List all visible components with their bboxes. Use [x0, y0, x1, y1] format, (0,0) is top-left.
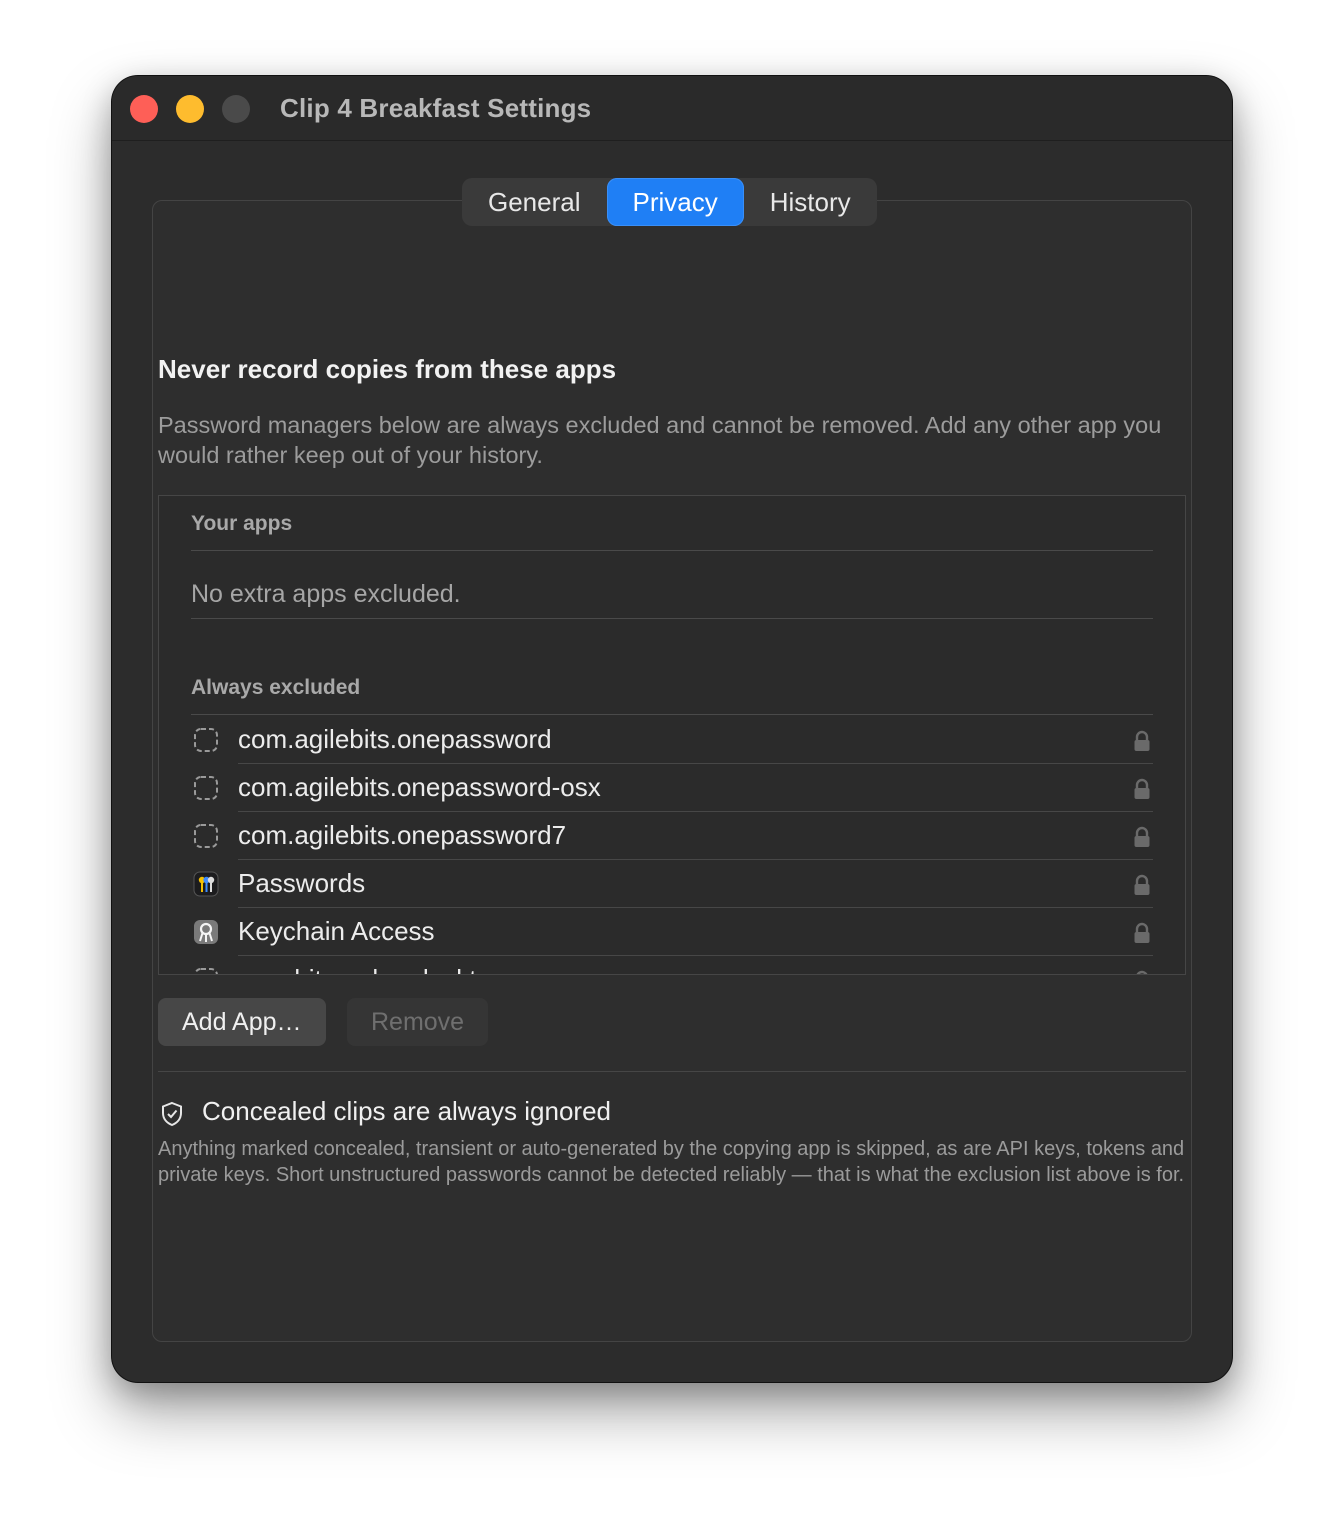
placeholder-app-icon: [194, 824, 218, 848]
list-item-label: Keychain Access: [238, 916, 435, 946]
section-description: Password managers below are always exclu…: [158, 412, 1162, 468]
lock-icon: [1134, 826, 1150, 847]
window-title: Clip 4 Breakfast Settings: [280, 93, 592, 123]
tab-general[interactable]: General: [462, 178, 607, 226]
always-excluded-header: Always excluded: [191, 676, 361, 699]
passwords-app-icon: [193, 871, 219, 897]
row-divider: [191, 618, 1153, 619]
placeholder-app-icon: [194, 776, 218, 800]
lock-icon: [1134, 730, 1150, 751]
list-item[interactable]: com.agilebits.onepassword-osx: [191, 764, 1153, 812]
add-app-button[interactable]: Add App…: [158, 998, 326, 1046]
placeholder-app-icon: [194, 728, 218, 752]
list-item[interactable]: Passwords: [191, 860, 1153, 908]
settings-window: Clip 4 Breakfast Settings General Privac…: [112, 76, 1232, 1382]
tab-bar: General Privacy History: [462, 178, 877, 226]
list-item[interactable]: com.bitwarden.desktop: [191, 956, 1153, 974]
list-item-label: com.agilebits.onepassword-osx: [238, 772, 601, 802]
section-heading: Never record copies from these apps: [158, 354, 617, 384]
header-divider: [191, 550, 1153, 551]
tab-privacy[interactable]: Privacy: [606, 178, 744, 226]
lock-icon: [1134, 922, 1150, 943]
your-apps-header: Your apps: [191, 512, 293, 535]
list-item[interactable]: com.agilebits.onepassword: [191, 716, 1153, 764]
list-item-label: com.agilebits.onepassword: [238, 724, 552, 754]
title-bar[interactable]: Clip 4 Breakfast Settings: [112, 76, 1232, 141]
remove-button[interactable]: Remove: [347, 998, 489, 1046]
tab-history[interactable]: History: [744, 178, 877, 226]
lock-icon: [1134, 874, 1150, 895]
close-button[interactable]: [130, 95, 158, 123]
empty-list-text: No extra apps excluded.: [191, 580, 461, 608]
lock-icon: [1136, 970, 1148, 974]
list-item-label: com.agilebits.onepassword7: [238, 820, 567, 850]
list-item[interactable]: Keychain Access: [191, 908, 1153, 956]
concealed-clips-title: Concealed clips are always ignored: [202, 1096, 612, 1126]
minimize-button[interactable]: [176, 95, 204, 123]
section-divider: [158, 1071, 1186, 1072]
keychain-access-icon: [194, 920, 218, 944]
excluded-apps-list[interactable]: Your apps No extra apps excluded. Always…: [158, 495, 1186, 975]
list-item-label: Passwords: [238, 868, 366, 898]
list-item[interactable]: com.agilebits.onepassword7: [191, 812, 1153, 860]
lock-icon: [1134, 778, 1150, 799]
list-item-label: com.bitwarden.desktop: [238, 964, 505, 974]
concealed-clips-description: Anything marked concealed, transient or …: [158, 1138, 1185, 1186]
zoom-button[interactable]: [222, 95, 250, 123]
shield-check-icon: [162, 1101, 182, 1127]
header-divider: [191, 714, 1153, 715]
placeholder-app-icon: [194, 968, 218, 974]
